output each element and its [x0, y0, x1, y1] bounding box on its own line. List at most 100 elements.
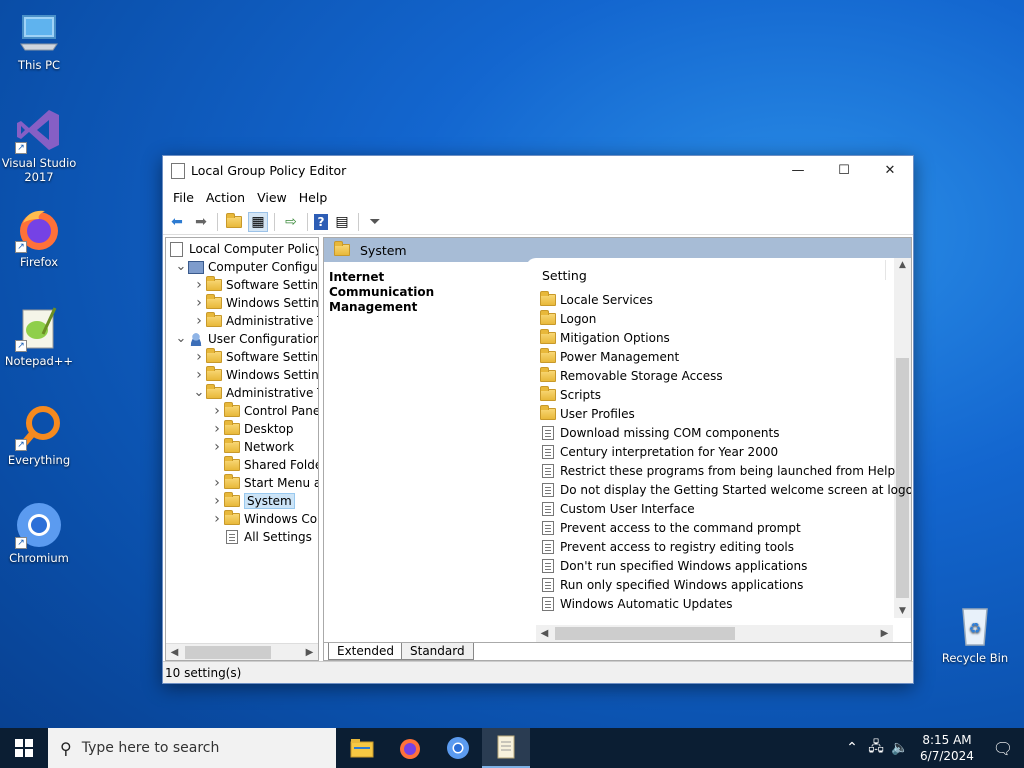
- chevron-right-icon[interactable]: ›: [210, 403, 224, 419]
- settings-folder-item[interactable]: Power Management: [540, 347, 679, 366]
- settings-folder-item[interactable]: Locale Services: [540, 290, 653, 309]
- chevron-right-icon[interactable]: ›: [192, 277, 206, 293]
- column-separator[interactable]: [885, 260, 886, 280]
- settings-folder-item[interactable]: Scripts: [540, 385, 601, 404]
- policy-setting-icon: [542, 558, 554, 573]
- scroll-up-icon[interactable]: ▲: [894, 260, 911, 270]
- desktop-icon-chromium[interactable]: ↗ Chromium: [1, 501, 77, 565]
- chevron-right-icon[interactable]: ›: [210, 475, 224, 491]
- notification-icon[interactable]: 🗨: [982, 739, 1024, 758]
- minimize-button[interactable]: —: [775, 156, 821, 185]
- tree-item[interactable]: › Software Settings: [192, 276, 318, 294]
- scroll-thumb[interactable]: [555, 627, 735, 640]
- tree-item[interactable]: All Settings: [210, 528, 312, 546]
- desktop-icon-firefox[interactable]: ↗ Firefox: [1, 205, 77, 269]
- policy-setting-item[interactable]: Download missing COM components: [540, 423, 780, 442]
- settings-folder-item[interactable]: Logon: [540, 309, 596, 328]
- up-folder-icon[interactable]: [224, 212, 244, 232]
- tree-item[interactable]: Local Computer Policy: [168, 240, 319, 258]
- volume-muted-icon[interactable]: 🔈: [888, 740, 912, 756]
- group-policy-editor-icon[interactable]: [482, 728, 530, 768]
- tree-item[interactable]: › Windows Cor: [210, 510, 318, 528]
- tree-item[interactable]: › Windows Setting: [192, 366, 318, 384]
- desktop-icon-visual-studio[interactable]: ↗ Visual Studio 2017: [1, 106, 77, 184]
- maximize-button[interactable]: ☐: [821, 156, 867, 185]
- chevron-up-icon[interactable]: ⌃: [840, 740, 864, 756]
- scroll-right-icon[interactable]: ▶: [876, 628, 893, 639]
- menu-file[interactable]: File: [167, 190, 200, 205]
- help-icon[interactable]: ?: [314, 213, 328, 230]
- chromium-icon[interactable]: [434, 728, 482, 768]
- tree-item[interactable]: ⌄ Administrative Te: [192, 384, 318, 402]
- policy-setting-item[interactable]: Prevent access to registry editing tools: [540, 537, 794, 556]
- column-header-setting[interactable]: Setting: [542, 268, 587, 283]
- tree-item[interactable]: Shared Folder: [210, 456, 318, 474]
- title-bar[interactable]: Local Group Policy Editor — ☐ ✕: [163, 156, 913, 185]
- policy-setting-item[interactable]: Don't run specified Windows applications: [540, 556, 807, 575]
- scroll-down-icon[interactable]: ▼: [894, 606, 911, 616]
- chevron-down-icon[interactable]: ⌄: [192, 386, 206, 399]
- policy-setting-item[interactable]: Run only specified Windows applications: [540, 575, 803, 594]
- chevron-right-icon[interactable]: ›: [210, 511, 224, 527]
- chevron-right-icon[interactable]: ›: [192, 295, 206, 311]
- tree-item[interactable]: › Desktop: [210, 420, 294, 438]
- tree-item[interactable]: › Start Menu ar: [210, 474, 318, 492]
- tree-item[interactable]: › Windows Setting: [192, 294, 318, 312]
- scroll-thumb[interactable]: [896, 358, 909, 598]
- taskbar-search-box[interactable]: ⚲ Type here to search: [48, 728, 336, 768]
- properties-icon[interactable]: ▤: [332, 212, 352, 232]
- settings-folder-item[interactable]: Mitigation Options: [540, 328, 670, 347]
- menu-action[interactable]: Action: [200, 190, 251, 205]
- policy-setting-item[interactable]: Prevent access to the command prompt: [540, 518, 801, 537]
- network-icon[interactable]: 🖧: [864, 736, 888, 760]
- chevron-right-icon[interactable]: ›: [192, 313, 206, 329]
- desktop-icon-recycle-bin[interactable]: ♻ Recycle Bin: [937, 601, 1013, 665]
- list-horizontal-scrollbar[interactable]: ◀ ▶: [536, 625, 893, 642]
- settings-folder-item[interactable]: User Profiles: [540, 404, 635, 423]
- desktop-icon-everything[interactable]: ↗ Everything: [1, 403, 77, 467]
- clock[interactable]: 8:15 AM 6/7/2024: [912, 732, 982, 764]
- menu-view[interactable]: View: [251, 190, 293, 205]
- chevron-right-icon[interactable]: ›: [192, 349, 206, 365]
- menu-help[interactable]: Help: [293, 190, 334, 205]
- file-explorer-icon[interactable]: [338, 728, 386, 768]
- settings-folder-item[interactable]: Removable Storage Access: [540, 366, 723, 385]
- start-button[interactable]: [0, 728, 48, 768]
- policy-setting-item[interactable]: Do not display the Getting Started welco…: [540, 480, 911, 499]
- tree-item[interactable]: › Administrative Te: [192, 312, 318, 330]
- desktop-icon-this-pc[interactable]: This PC: [1, 8, 77, 72]
- scroll-left-icon[interactable]: ◀: [536, 628, 553, 639]
- chevron-right-icon[interactable]: ›: [210, 421, 224, 437]
- filter-icon[interactable]: ⏷: [365, 212, 385, 232]
- chevron-right-icon[interactable]: ›: [210, 493, 224, 509]
- tree-horizontal-scrollbar[interactable]: ◀ ▶: [166, 643, 318, 660]
- scroll-right-icon[interactable]: ▶: [301, 647, 318, 658]
- tree-item[interactable]: › Software Settings: [192, 348, 318, 366]
- back-arrow-icon[interactable]: ⬅: [167, 212, 187, 232]
- close-button[interactable]: ✕: [867, 156, 913, 185]
- chevron-right-icon[interactable]: ›: [210, 439, 224, 455]
- policy-setting-item[interactable]: Windows Automatic Updates: [540, 594, 732, 613]
- chevron-right-icon[interactable]: ›: [192, 367, 206, 383]
- tree-item[interactable]: ⌄ User Configuration: [174, 330, 318, 348]
- firefox-icon[interactable]: [386, 728, 434, 768]
- tree-item[interactable]: › Control Panel: [210, 402, 318, 420]
- policy-setting-item[interactable]: Restrict these programs from being launc…: [540, 461, 895, 480]
- tab-extended[interactable]: Extended: [328, 643, 403, 660]
- policy-setting-item[interactable]: Century interpretation for Year 2000: [540, 442, 778, 461]
- export-list-icon[interactable]: ⇨: [281, 212, 301, 232]
- tree-item-label: Local Computer Policy: [189, 242, 319, 256]
- tree-item[interactable]: ⌄ Computer Configura: [174, 258, 318, 276]
- desktop-icon-notepad-plus-plus[interactable]: ↗ Notepad++: [1, 304, 77, 368]
- show-hide-tree-icon[interactable]: ▦: [248, 211, 268, 232]
- vertical-scrollbar[interactable]: ▲ ▼: [894, 258, 911, 618]
- chevron-down-icon[interactable]: ⌄: [174, 260, 188, 273]
- scroll-thumb[interactable]: [185, 645, 271, 659]
- tree-item[interactable]: › Network: [210, 438, 294, 456]
- policy-setting-item[interactable]: Custom User Interface: [540, 499, 695, 518]
- chevron-down-icon[interactable]: ⌄: [174, 332, 188, 345]
- tree-item[interactable]: › System: [210, 492, 295, 510]
- tab-standard[interactable]: Standard: [401, 643, 474, 660]
- scroll-left-icon[interactable]: ◀: [166, 647, 183, 658]
- forward-arrow-icon[interactable]: ➡: [191, 212, 211, 232]
